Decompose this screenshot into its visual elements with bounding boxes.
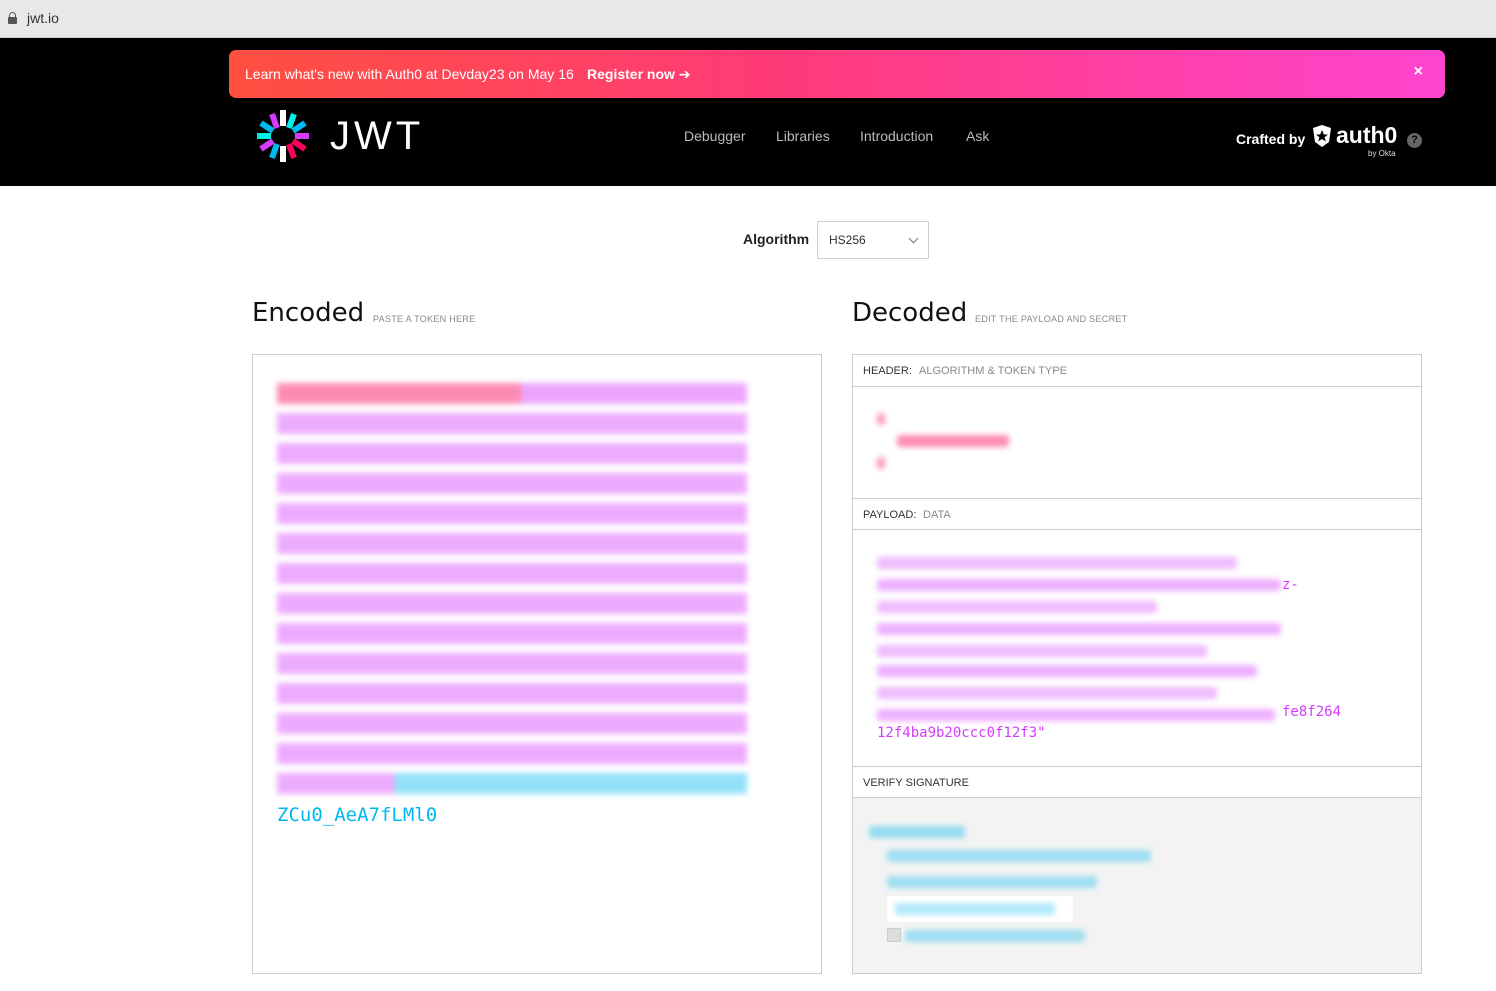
promo-banner: Learn what's new with Auth0 at Devday23 … bbox=[229, 50, 1445, 98]
decoded-subtitle: EDIT THE PAYLOAD AND SECRET bbox=[975, 314, 1128, 324]
encoded-title: Encoded bbox=[252, 298, 365, 328]
site-header: Learn what's new with Auth0 at Devday23 … bbox=[0, 38, 1496, 186]
nav-libraries[interactable]: Libraries bbox=[776, 128, 830, 144]
nav-ask[interactable]: Ask bbox=[966, 128, 989, 144]
by-okta-label: by Okta bbox=[1368, 149, 1396, 158]
header-section-head: HEADER: ALGORITHM & TOKEN TYPE bbox=[853, 355, 1421, 387]
payload-text-fragment-2: fe8f264 bbox=[1282, 704, 1342, 720]
algorithm-select[interactable]: HS256 bbox=[817, 221, 929, 259]
payload-text-fragment-3: 12f4ba9b20ccc0f12f3" bbox=[877, 725, 1046, 741]
verify-section-head: VERIFY SIGNATURE bbox=[853, 766, 1421, 798]
base64-checkbox[interactable] bbox=[887, 928, 901, 942]
header-key: HEADER: bbox=[863, 365, 912, 377]
secret-input[interactable] bbox=[887, 896, 1073, 922]
nav-debugger[interactable]: Debugger bbox=[684, 128, 746, 144]
crafted-by-label: Crafted by bbox=[1236, 131, 1306, 147]
decoded-panel: HEADER: ALGORITHM & TOKEN TYPE PAYLOAD: … bbox=[852, 354, 1422, 974]
auth0-logo[interactable]: auth0 by Okta bbox=[1311, 122, 1403, 158]
close-icon[interactable]: × bbox=[1414, 63, 1423, 81]
algorithm-value: HS256 bbox=[829, 233, 866, 247]
jwt-logo-icon[interactable] bbox=[252, 106, 314, 166]
url-text[interactable]: jwt.io bbox=[27, 10, 59, 26]
auth0-shield-icon bbox=[1313, 125, 1331, 147]
lock-icon bbox=[8, 12, 17, 24]
help-icon[interactable]: ? bbox=[1407, 133, 1422, 148]
algorithm-label: Algorithm bbox=[743, 231, 810, 247]
payload-desc: DATA bbox=[923, 509, 951, 521]
encoded-token-editor[interactable]: ZCu0_AeA7fLMl0 bbox=[252, 354, 822, 974]
decoded-title: Decoded bbox=[852, 298, 968, 328]
payload-text-fragment: z- bbox=[1282, 577, 1299, 593]
register-now-link[interactable]: Register now ➔ bbox=[587, 66, 691, 83]
verify-signature-editor[interactable] bbox=[853, 798, 1421, 973]
header-desc: ALGORITHM & TOKEN TYPE bbox=[919, 365, 1067, 377]
auth0-name: auth0 bbox=[1336, 122, 1398, 148]
payload-key: PAYLOAD: bbox=[863, 509, 917, 521]
encoded-subtitle: PASTE A TOKEN HERE bbox=[373, 314, 476, 324]
banner-message: Learn what's new with Auth0 at Devday23 … bbox=[245, 66, 574, 82]
jwt-wordmark[interactable]: JWT bbox=[330, 114, 424, 159]
nav-introduction[interactable]: Introduction bbox=[860, 128, 933, 144]
token-signature-tail: ZCu0_AeA7fLMl0 bbox=[277, 804, 438, 826]
verify-key: VERIFY SIGNATURE bbox=[863, 777, 969, 789]
chevron-down-icon bbox=[908, 233, 919, 244]
payload-section-head: PAYLOAD: DATA bbox=[853, 498, 1421, 530]
token-redacted bbox=[277, 383, 747, 795]
browser-address-bar[interactable]: jwt.io bbox=[0, 0, 1496, 38]
